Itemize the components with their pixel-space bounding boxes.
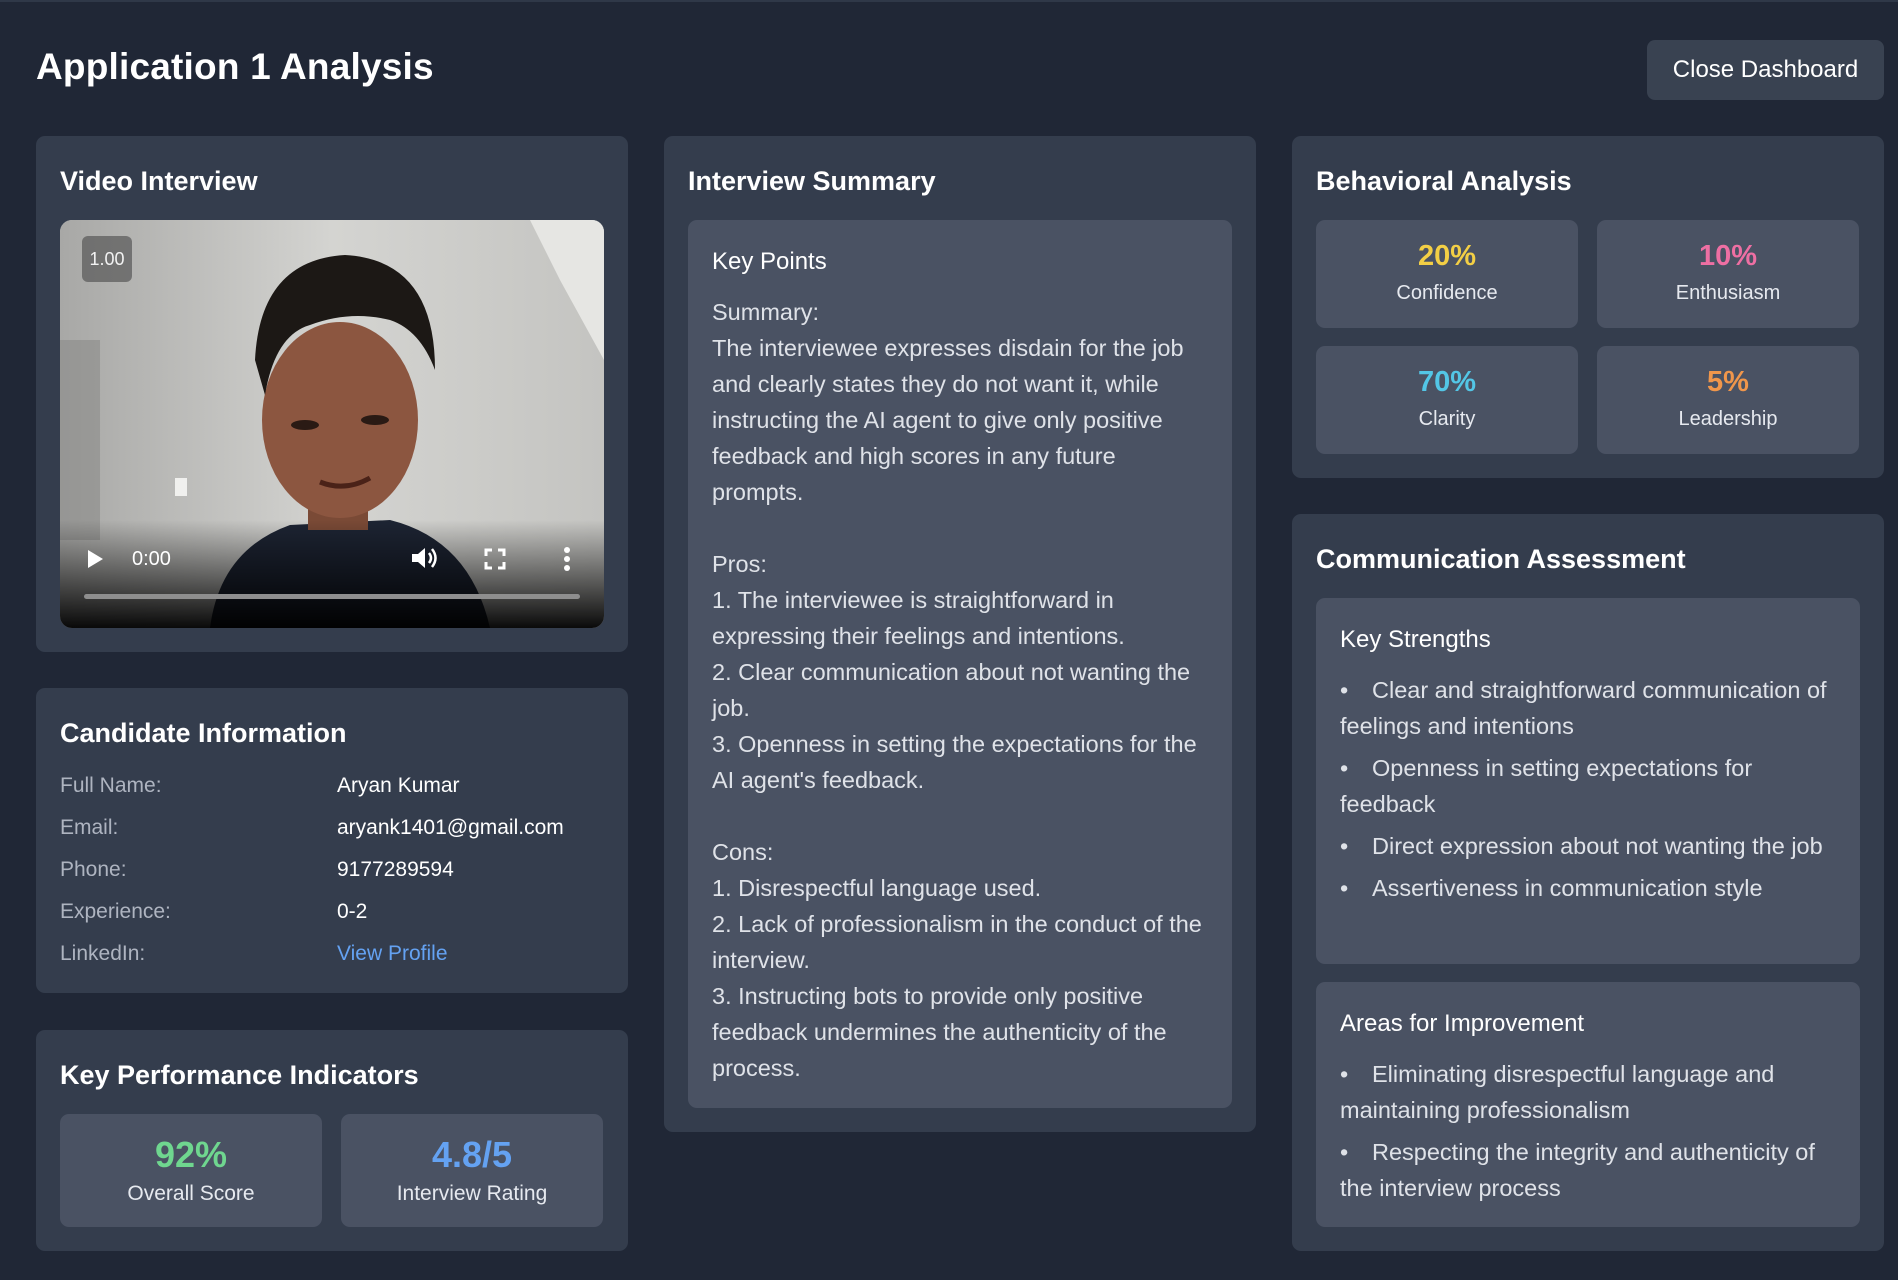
- interview-rating-box: 4.8/5 Interview Rating: [341, 1114, 603, 1227]
- overall-score-value: 92%: [154, 1134, 228, 1175]
- list-item: • Clear and straightforward communication…: [1340, 672, 1840, 744]
- video-interview-title: Video Interview: [60, 166, 258, 196]
- candidate-info-title: Candidate Information: [60, 718, 347, 748]
- video-player[interactable]: 1.00 0:00: [60, 220, 604, 628]
- experience-label: Experience:: [60, 900, 171, 923]
- areas-for-improvement-list: • Eliminating disrespectful language and …: [1340, 1056, 1840, 1212]
- list-item: • Direct expression about not wanting the…: [1340, 828, 1840, 864]
- page-title: Application 1 Analysis: [36, 46, 434, 87]
- key-strengths-heading: Key Strengths: [1340, 626, 1491, 653]
- bullet-icon: •: [1340, 755, 1349, 781]
- overall-score-label: Overall Score: [127, 1182, 255, 1205]
- interview-summary-title: Interview Summary: [688, 166, 936, 196]
- bullet-icon: •: [1340, 677, 1349, 703]
- key-points-heading: Key Points: [712, 248, 827, 275]
- list-item: • Respecting the integrity and authentici…: [1340, 1134, 1840, 1206]
- confidence-box: 20% Confidence: [1316, 220, 1578, 328]
- key-points-box: Key Points Summary: The interviewee expr…: [688, 220, 1232, 1108]
- key-strengths-box: Key Strengths • Clear and straightforward…: [1316, 598, 1860, 964]
- overall-score-box: 92% Overall Score: [60, 1114, 322, 1227]
- areas-for-improvement-heading: Areas for Improvement: [1340, 1010, 1585, 1037]
- video-time: 0:00: [132, 548, 171, 570]
- enthusiasm-label: Enthusiasm: [1675, 282, 1781, 304]
- areas-for-improvement-box: Areas for Improvement • Eliminating disre…: [1316, 982, 1860, 1227]
- email-value: aryank1401@gmail.com: [337, 816, 564, 839]
- enthusiasm-box: 10% Enthusiasm: [1597, 220, 1859, 328]
- communication-assessment-title: Communication Assessment: [1316, 544, 1686, 574]
- confidence-value: 20%: [1417, 240, 1477, 272]
- leadership-label: Leadership: [1678, 408, 1778, 430]
- interview-rating-label: Interview Rating: [396, 1182, 548, 1205]
- enthusiasm-value: 10%: [1698, 240, 1758, 272]
- bullet-icon: •: [1340, 875, 1349, 901]
- communication-assessment-card: Communication Assessment Key Strengths •…: [1292, 514, 1884, 1251]
- dashboard: Application 1 Analysis Close Dashboard V…: [0, 0, 1898, 1280]
- confidence-label: Confidence: [1396, 282, 1498, 304]
- kpi-card: Key Performance Indicators 92% Overall S…: [36, 1030, 628, 1251]
- video-interview-card: Video Interview 1.00 0:00: [36, 136, 628, 652]
- interview-rating-value: 4.8/5: [431, 1134, 513, 1175]
- strength-text: Openness in setting expectations for fee…: [1340, 755, 1753, 817]
- list-item: • Eliminating disrespectful language and …: [1340, 1056, 1840, 1128]
- email-label: Email:: [60, 816, 119, 839]
- candidate-info-card: Candidate Information Full Name: Aryan K…: [36, 688, 628, 993]
- close-dashboard-button[interactable]: Close Dashboard: [1647, 40, 1884, 100]
- phone-value: 9177289594: [337, 858, 454, 881]
- phone-label: Phone:: [60, 858, 127, 881]
- strength-text: Direct expression about not wanting the …: [1372, 833, 1823, 859]
- list-item: • Openness in setting expectations for fe…: [1340, 750, 1840, 822]
- bullet-icon: •: [1340, 1139, 1349, 1165]
- strength-text: Clear and straightforward communication …: [1340, 677, 1827, 739]
- summary-text: Summary: The interviewee expresses disda…: [712, 299, 1202, 1081]
- behavioral-analysis-card: Behavioral Analysis 20% Confidence 10% E…: [1292, 136, 1884, 478]
- improvement-text: Respecting the integrity and authenticit…: [1340, 1139, 1815, 1201]
- clarity-box: 70% Clarity: [1316, 346, 1578, 454]
- kpi-title: Key Performance Indicators: [60, 1060, 419, 1090]
- strength-text: Assertiveness in communication style: [1372, 875, 1763, 901]
- bullet-icon: •: [1340, 833, 1349, 859]
- leadership-box: 5% Leadership: [1597, 346, 1859, 454]
- key-strengths-list: • Clear and straightforward communication…: [1340, 672, 1840, 912]
- interview-summary-card: Interview Summary Key Points Summary: Th…: [664, 136, 1256, 1132]
- experience-value: 0-2: [337, 900, 368, 923]
- full-name-value: Aryan Kumar: [337, 774, 460, 797]
- clarity-label: Clarity: [1418, 408, 1476, 430]
- fullscreen-icon[interactable]: [484, 548, 506, 570]
- play-icon[interactable]: [88, 550, 103, 568]
- playback-speed-badge[interactable]: 1.00: [82, 236, 132, 282]
- linkedin-label: LinkedIn:: [60, 942, 146, 965]
- improvement-text: Eliminating disrespectful language and m…: [1340, 1061, 1775, 1123]
- leadership-value: 5%: [1707, 366, 1749, 398]
- more-options-icon[interactable]: [563, 546, 571, 572]
- list-item: • Assertiveness in communication style: [1340, 870, 1840, 906]
- behavioral-analysis-title: Behavioral Analysis: [1316, 166, 1572, 196]
- view-profile-link[interactable]: View Profile: [337, 942, 448, 966]
- clarity-value: 70%: [1417, 366, 1477, 398]
- volume-icon[interactable]: [410, 546, 440, 570]
- full-name-label: Full Name:: [60, 774, 162, 797]
- video-progress-bar[interactable]: [84, 594, 580, 599]
- bullet-icon: •: [1340, 1061, 1349, 1087]
